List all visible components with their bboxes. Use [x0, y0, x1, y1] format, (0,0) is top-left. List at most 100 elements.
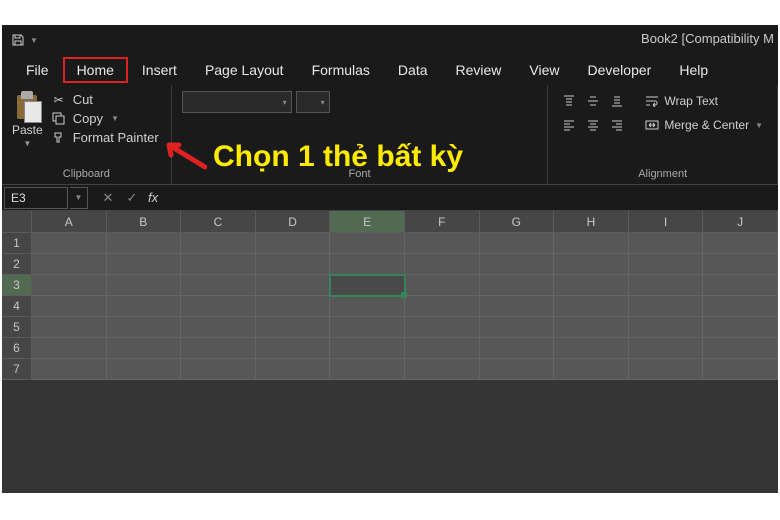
column-header-B[interactable]: B — [107, 211, 182, 233]
cell-B2[interactable] — [107, 254, 182, 275]
cell-I1[interactable] — [629, 233, 704, 254]
cell-C6[interactable] — [181, 338, 256, 359]
cell-I4[interactable] — [629, 296, 704, 317]
cell-B3[interactable] — [107, 275, 182, 296]
cell-J5[interactable] — [703, 317, 778, 338]
row-header-3[interactable]: 3 — [2, 275, 32, 296]
copy-button[interactable]: Copy ▼ — [49, 110, 161, 127]
tab-review[interactable]: Review — [442, 57, 516, 83]
name-box[interactable]: E3 — [4, 187, 68, 209]
cell-F5[interactable] — [405, 317, 480, 338]
save-icon[interactable] — [10, 32, 26, 48]
tab-data[interactable]: Data — [384, 57, 442, 83]
cell-F4[interactable] — [405, 296, 480, 317]
cell-H3[interactable] — [554, 275, 629, 296]
cell-B5[interactable] — [107, 317, 182, 338]
cell-E3[interactable] — [330, 275, 405, 296]
cell-E4[interactable] — [330, 296, 405, 317]
align-right-button[interactable] — [606, 115, 628, 135]
cell-C4[interactable] — [181, 296, 256, 317]
cell-E5[interactable] — [330, 317, 405, 338]
font-size-select[interactable] — [296, 91, 330, 113]
tab-file[interactable]: File — [12, 57, 63, 83]
column-header-E[interactable]: E — [330, 211, 405, 233]
cell-B6[interactable] — [107, 338, 182, 359]
cell-H2[interactable] — [554, 254, 629, 275]
cell-F2[interactable] — [405, 254, 480, 275]
tab-insert[interactable]: Insert — [128, 57, 191, 83]
cell-I5[interactable] — [629, 317, 704, 338]
wrap-text-button[interactable]: Wrap Text — [640, 94, 722, 108]
tab-help[interactable]: Help — [665, 57, 722, 83]
cell-J7[interactable] — [703, 359, 778, 380]
cell-I2[interactable] — [629, 254, 704, 275]
align-bottom-button[interactable] — [606, 91, 628, 111]
cell-I3[interactable] — [629, 275, 704, 296]
cell-G5[interactable] — [480, 317, 555, 338]
cut-button[interactable]: ✂ Cut — [49, 91, 161, 108]
select-all-corner[interactable] — [2, 211, 32, 233]
tab-formulas[interactable]: Formulas — [298, 57, 384, 83]
column-header-H[interactable]: H — [554, 211, 629, 233]
row-header-6[interactable]: 6 — [2, 338, 32, 359]
enter-formula-button[interactable]: ✓ — [120, 187, 144, 209]
cell-F3[interactable] — [405, 275, 480, 296]
cell-E6[interactable] — [330, 338, 405, 359]
align-middle-button[interactable] — [582, 91, 604, 111]
cell-A6[interactable] — [32, 338, 107, 359]
merge-center-button[interactable]: Merge & Center ▼ — [640, 118, 767, 132]
paste-button[interactable]: Paste ▼ — [12, 91, 43, 148]
cell-I7[interactable] — [629, 359, 704, 380]
cell-H6[interactable] — [554, 338, 629, 359]
cell-D2[interactable] — [256, 254, 331, 275]
cell-A5[interactable] — [32, 317, 107, 338]
cell-G4[interactable] — [480, 296, 555, 317]
cell-A3[interactable] — [32, 275, 107, 296]
cell-A2[interactable] — [32, 254, 107, 275]
cell-H7[interactable] — [554, 359, 629, 380]
cell-D7[interactable] — [256, 359, 331, 380]
column-header-J[interactable]: J — [703, 211, 778, 233]
cell-E2[interactable] — [330, 254, 405, 275]
cell-J3[interactable] — [703, 275, 778, 296]
cell-E1[interactable] — [330, 233, 405, 254]
fx-label[interactable]: fx — [148, 190, 158, 205]
cell-E7[interactable] — [330, 359, 405, 380]
column-header-C[interactable]: C — [181, 211, 256, 233]
column-header-I[interactable]: I — [629, 211, 704, 233]
tab-page-layout[interactable]: Page Layout — [191, 57, 298, 83]
cell-J2[interactable] — [703, 254, 778, 275]
column-header-G[interactable]: G — [480, 211, 555, 233]
cell-H1[interactable] — [554, 233, 629, 254]
align-left-button[interactable] — [558, 115, 580, 135]
cell-B4[interactable] — [107, 296, 182, 317]
cell-D5[interactable] — [256, 317, 331, 338]
cell-D3[interactable] — [256, 275, 331, 296]
cell-G1[interactable] — [480, 233, 555, 254]
column-header-D[interactable]: D — [256, 211, 331, 233]
cell-J6[interactable] — [703, 338, 778, 359]
font-name-select[interactable] — [182, 91, 292, 113]
cell-G6[interactable] — [480, 338, 555, 359]
tab-view[interactable]: View — [515, 57, 573, 83]
cell-H4[interactable] — [554, 296, 629, 317]
cell-C1[interactable] — [181, 233, 256, 254]
row-header-5[interactable]: 5 — [2, 317, 32, 338]
cell-G3[interactable] — [480, 275, 555, 296]
cell-I6[interactable] — [629, 338, 704, 359]
cell-J4[interactable] — [703, 296, 778, 317]
cell-B1[interactable] — [107, 233, 182, 254]
tab-developer[interactable]: Developer — [574, 57, 666, 83]
cell-C3[interactable] — [181, 275, 256, 296]
cell-G2[interactable] — [480, 254, 555, 275]
column-header-F[interactable]: F — [405, 211, 480, 233]
tab-home[interactable]: Home — [63, 57, 128, 83]
name-box-dropdown[interactable]: ▼ — [70, 187, 88, 209]
align-center-button[interactable] — [582, 115, 604, 135]
cell-C7[interactable] — [181, 359, 256, 380]
row-header-1[interactable]: 1 — [2, 233, 32, 254]
cell-D4[interactable] — [256, 296, 331, 317]
cell-D6[interactable] — [256, 338, 331, 359]
column-header-A[interactable]: A — [32, 211, 107, 233]
row-header-2[interactable]: 2 — [2, 254, 32, 275]
